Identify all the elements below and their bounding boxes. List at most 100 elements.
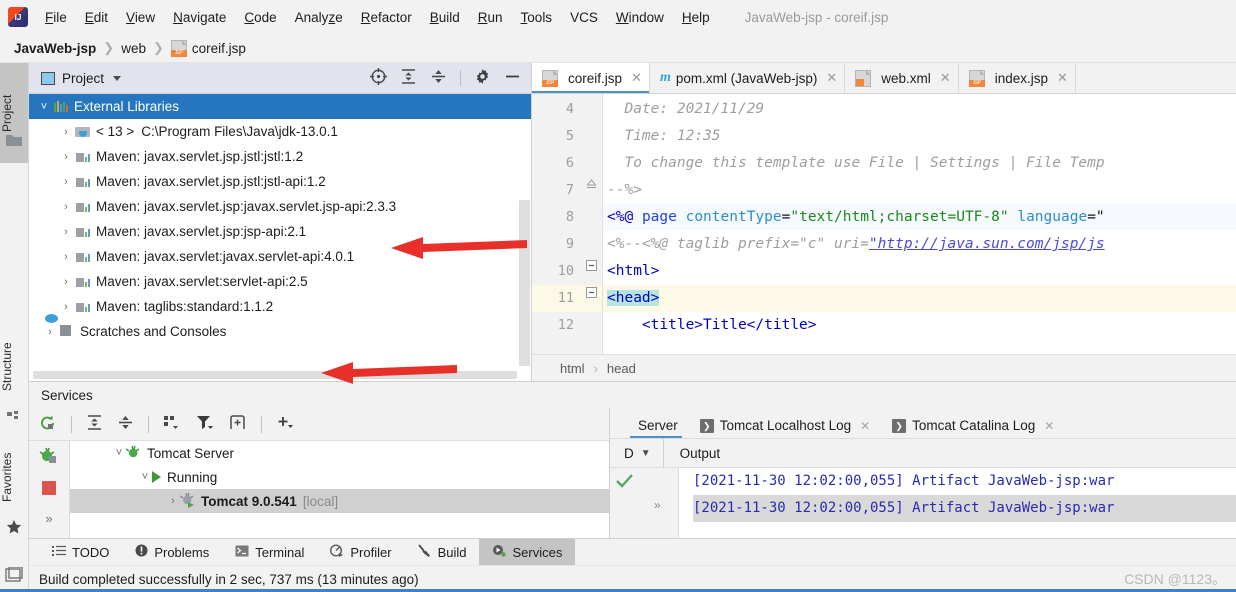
tool-button-services[interactable]: Services (479, 539, 576, 565)
stop-icon[interactable] (41, 480, 57, 499)
navbar-folder[interactable]: web (121, 41, 146, 56)
code-editor[interactable]: 4 5 6 7 8 9 10 11 12 Date: 2021/11/29 Ti… (532, 94, 1236, 354)
project-vertical-scrollbar[interactable] (519, 200, 530, 366)
menu-analyze[interactable]: Analyze (286, 7, 352, 28)
fold-end-icon[interactable] (586, 178, 597, 189)
close-icon[interactable]: ✕ (1057, 70, 1068, 86)
navbar-file[interactable]: coreif.jsp (192, 41, 246, 56)
menu-tools[interactable]: Tools (512, 7, 562, 28)
fold-collapse-icon[interactable] (586, 260, 597, 271)
services-tree[interactable]: ˅ Tomcat Server ˅ Running › Tomcat 9.0.5… (70, 441, 609, 538)
close-icon[interactable]: ✕ (860, 419, 870, 433)
jsp-file-icon (170, 39, 187, 57)
tab-coreif-jsp[interactable]: coreif.jsp ✕ (532, 63, 650, 93)
chevron-right-icon[interactable]: › (59, 226, 73, 238)
chevron-right-icon[interactable]: › (59, 126, 73, 138)
close-icon[interactable]: ✕ (940, 70, 951, 86)
collapse-all-icon[interactable] (430, 68, 447, 88)
menu-navigate[interactable]: Navigate (164, 7, 235, 28)
locate-icon[interactable] (370, 68, 387, 88)
more-icon[interactable]: » (45, 511, 52, 526)
structure-icon (7, 411, 21, 426)
more-icon[interactable]: » (654, 498, 661, 512)
chevron-right-icon[interactable]: › (59, 151, 73, 163)
chevron-down-icon[interactable]: ▼ (641, 448, 651, 459)
tab-web-xml[interactable]: web.xml ✕ (845, 63, 959, 93)
add-icon[interactable] (276, 414, 295, 434)
tomcat-icon[interactable] (39, 447, 59, 468)
menu-view[interactable]: View (117, 7, 164, 28)
chevron-right-icon[interactable]: › (59, 276, 73, 288)
menu-help[interactable]: Help (673, 7, 719, 28)
project-tree[interactable]: ˅ External Libraries › < 13 > C:\Program… (29, 94, 531, 381)
chevron-right-icon[interactable]: › (166, 495, 180, 507)
collapse-all-icon[interactable] (117, 414, 134, 434)
filter-icon[interactable] (196, 414, 215, 434)
project-tool-window: Project ˅ External Libraries › < 13 > C:… (29, 63, 532, 384)
tree-row-scratches-and-consoles[interactable]: › Scratches and Consoles (29, 312, 531, 344)
tree-row-maven-jstl[interactable]: › Maven: javax.servlet.jsp.jstl:jstl:1.2 (29, 144, 531, 169)
chevron-right-icon[interactable]: › (59, 301, 73, 313)
rerun-icon[interactable] (39, 414, 57, 435)
menu-refactor[interactable]: Refactor (352, 7, 421, 28)
tool-button-todo[interactable]: TODO (39, 539, 122, 565)
hide-icon[interactable] (504, 68, 521, 88)
menu-window[interactable]: Window (607, 7, 673, 28)
tool-button-terminal[interactable]: Terminal (222, 539, 317, 565)
expand-all-icon[interactable] (400, 68, 417, 88)
sidebar-tab-favorites[interactable]: Favorites (0, 431, 28, 523)
output-dropdown[interactable]: D ▼ (610, 439, 664, 467)
group-by-icon[interactable] (163, 414, 182, 434)
sidebar-tab-structure[interactable]: Structure (0, 321, 28, 413)
tree-row-maven-jstl-api[interactable]: › Maven: javax.servlet.jsp.jstl:jstl-api… (29, 169, 531, 194)
services-tab-server[interactable]: Server (630, 418, 692, 438)
chevron-right-icon[interactable]: › (59, 201, 73, 213)
chevron-expanded-icon[interactable]: ˅ (112, 447, 126, 459)
tree-row-maven-servlet-api-25[interactable]: › Maven: javax.servlet:servlet-api:2.5 (29, 269, 531, 294)
tool-button-profiler[interactable]: Profiler (317, 539, 404, 565)
fold-collapse-icon[interactable] (586, 287, 597, 298)
menu-build[interactable]: Build (421, 7, 469, 28)
chevron-right-icon[interactable]: › (59, 251, 73, 263)
services-row-running[interactable]: ˅ Running (70, 465, 609, 489)
services-tab-localhost-log[interactable]: ❯ Tomcat Localhost Log ✕ (692, 418, 884, 438)
chevron-expanded-icon[interactable]: ˅ (138, 471, 152, 483)
line-number-gutter: 4 5 6 7 8 9 10 11 12 (532, 94, 603, 354)
tree-row-maven-jsp-api-21[interactable]: › Maven: javax.servlet.jsp:jsp-api:2.1 (29, 219, 531, 244)
menu-run[interactable]: Run (469, 7, 512, 28)
gear-icon[interactable] (474, 68, 491, 88)
menu-code[interactable]: Code (235, 7, 285, 28)
tab-index-jsp[interactable]: index.jsp ✕ (959, 63, 1076, 93)
add-tab-icon[interactable] (229, 414, 247, 434)
tool-button-problems[interactable]: Problems (122, 539, 222, 565)
breadcrumb-html[interactable]: html (560, 361, 585, 376)
chevron-down-icon[interactable] (113, 75, 122, 81)
tree-row-jdk[interactable]: › < 13 > C:\Program Files\Java\jdk-13.0.… (29, 119, 531, 144)
navbar-project[interactable]: JavaWeb-jsp (14, 41, 96, 56)
toggle-tool-windows-icon[interactable] (5, 566, 23, 586)
tree-row-maven-taglibs-standard[interactable]: › Maven: taglibs:standard:1.1.2 (29, 294, 531, 319)
code-text[interactable]: Date: 2021/11/29 Time: 12:35 To change t… (603, 94, 1236, 354)
close-icon[interactable]: ✕ (1044, 419, 1054, 433)
services-row-tomcat-instance[interactable]: › Tomcat 9.0.541 [local] (70, 489, 609, 513)
menu-vcs[interactable]: VCS (561, 7, 607, 28)
tree-row-maven-jsp-api-233[interactable]: › Maven: javax.servlet.jsp:javax.servlet… (29, 194, 531, 219)
project-horizontal-scrollbar[interactable] (33, 371, 517, 379)
close-icon[interactable]: ✕ (631, 70, 642, 86)
expand-all-icon[interactable] (86, 414, 103, 434)
services-tab-catalina-log[interactable]: ❯ Tomcat Catalina Log ✕ (884, 418, 1068, 438)
tool-button-build[interactable]: Build (405, 539, 480, 565)
chevron-expanded-icon[interactable]: ˅ (37, 101, 51, 113)
menu-file[interactable]: File (36, 7, 76, 28)
tree-row-maven-servlet-api-401[interactable]: › Maven: javax.servlet:javax.servlet-api… (29, 244, 531, 269)
maven-lib-icon (75, 224, 91, 240)
tree-row-external-libraries[interactable]: ˅ External Libraries (29, 94, 531, 119)
chevron-right-icon[interactable]: › (43, 326, 57, 338)
console-output[interactable]: » [2021-11-30 12:02:00,055] Artifact Jav… (610, 468, 1236, 538)
chevron-right-icon[interactable]: › (59, 176, 73, 188)
breadcrumb-head[interactable]: head (607, 361, 636, 376)
services-row-tomcat-server[interactable]: ˅ Tomcat Server (70, 441, 609, 465)
tab-pom-xml[interactable]: m pom.xml (JavaWeb-jsp) ✕ (650, 63, 846, 93)
menu-edit[interactable]: Edit (76, 7, 117, 28)
close-icon[interactable]: ✕ (826, 70, 837, 86)
